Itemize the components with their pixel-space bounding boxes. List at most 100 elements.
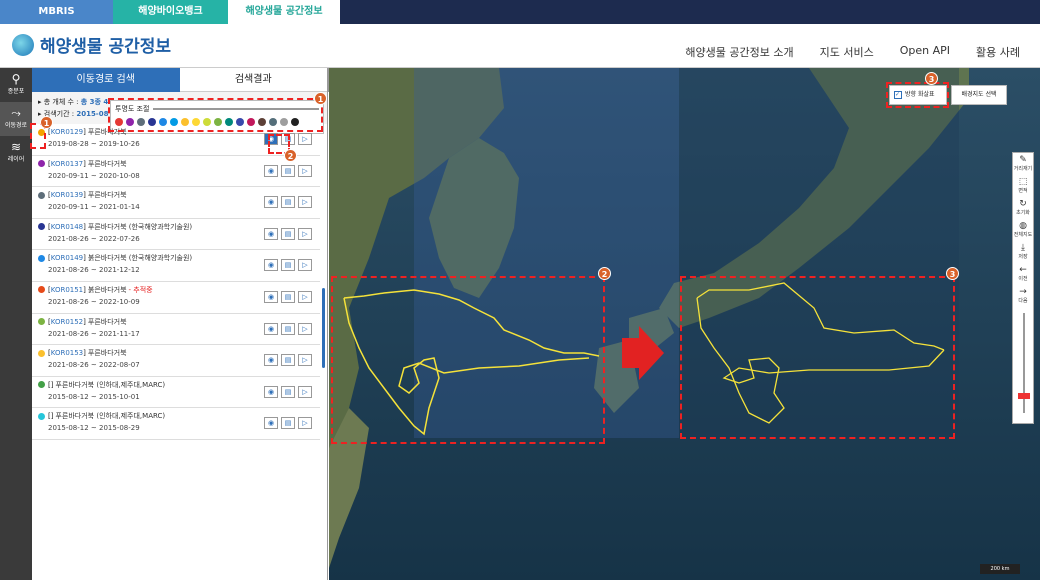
nav-map-service[interactable]: 지도 서비스 (820, 44, 874, 60)
route-icon: ⤳ (11, 106, 21, 120)
result-row[interactable]: [KOR0149] 붉은바다거북 (한국해양과학기술원) 2021-08-26 … (32, 250, 320, 282)
species-name: 푸른바다거북 (87, 317, 127, 326)
record-id[interactable]: KOR0149 (51, 254, 83, 262)
record-id[interactable]: KOR0148 (51, 223, 83, 231)
tab-mbris[interactable]: MBRIS (0, 0, 113, 24)
visibility-toggle-button[interactable]: ◉ (264, 417, 278, 430)
detail-button[interactable]: ▤ (281, 259, 295, 272)
detail-button[interactable]: ▤ (281, 164, 295, 177)
document-icon: ▤ (284, 387, 292, 396)
top-tab-bar: MBRIS 해양바이오뱅크 해양생물 공간정보 (0, 0, 1040, 24)
record-id[interactable]: KOR0153 (51, 349, 83, 357)
result-row[interactable]: [KOR0139] 푸른바다거북 2020-09-11 ~ 2021-01-14… (32, 187, 320, 219)
species-name: 푸른바다거북 (한국해양과학기술원) (87, 222, 193, 231)
record-id[interactable]: KOR0129 (51, 128, 83, 136)
measure-distance-tool[interactable]: ✎ 거리재기 (1013, 153, 1033, 175)
site-logo[interactable]: 해양생물 공간정보 (12, 32, 171, 57)
visibility-toggle-button[interactable]: ◉ (264, 290, 278, 303)
rail-migration-route[interactable]: ⤳ 이동경로 (0, 102, 32, 136)
track-color-dot[interactable] (38, 318, 45, 326)
detail-button[interactable]: ▤ (281, 385, 295, 398)
nav-use-cases[interactable]: 활용 사례 (976, 44, 1020, 60)
tool-label: 전체지도 (1013, 232, 1033, 238)
record-id[interactable]: KOR0137 (51, 160, 83, 168)
rail-layers[interactable]: ≋ 레이어 (0, 136, 32, 170)
play-button[interactable]: ▷ (298, 385, 312, 398)
reset-tool[interactable]: ↻ 초기화 (1013, 197, 1033, 219)
result-row[interactable]: [KOR0148] 푸른바다거북 (한국해양과학기술원) 2021-08-26 … (32, 219, 320, 251)
result-row[interactable]: [KOR0151] 붉은바다거북 - 추적중 2021-08-26 ~ 2022… (32, 282, 320, 314)
track-color-dot[interactable] (38, 223, 45, 231)
visibility-toggle-button[interactable]: ◉ (264, 385, 278, 398)
record-id[interactable]: KOR0139 (51, 191, 83, 199)
left-icon-rail: ⚲ 종분포 ⤳ 이동경로 ≋ 레이어 (0, 68, 32, 580)
detail-button[interactable]: ▤ (281, 227, 295, 240)
visibility-toggle-button[interactable]: ◉ (264, 259, 278, 272)
id-bracket-close: ] (83, 317, 86, 326)
result-row[interactable]: [KOR0153] 푸른바다거북 2021-08-26 ~ 2022-08-07… (32, 345, 320, 377)
site-header: 해양생물 공간정보 해양생물 공간정보 소개 지도 서비스 Open API 활… (0, 24, 1040, 68)
map-toolbar: ✎ 거리재기 ⬚ 면적 ↻ 초기화 ◍ 전체지도 ⤓ 저장 ← 이전 → 다음 (1012, 152, 1034, 424)
next-tool[interactable]: → 다음 (1013, 285, 1033, 307)
id-bracket-close: ] (83, 191, 86, 200)
visibility-toggle-button[interactable]: ◉ (264, 164, 278, 177)
nav-open-api[interactable]: Open API (900, 44, 950, 60)
track-color-dot[interactable] (38, 381, 45, 389)
tool-label: 면적 (1018, 188, 1028, 194)
direction-arrow-checkbox[interactable]: ✓ 방향 화살표 (889, 85, 947, 105)
measure-area-tool[interactable]: ⬚ 면적 (1013, 175, 1033, 197)
nav-about[interactable]: 해양생물 공간정보 소개 (685, 44, 793, 60)
tab-marine-biobank[interactable]: 해양바이오뱅크 (113, 0, 228, 24)
logo-text: 해양생물 공간정보 (40, 37, 172, 57)
map-view[interactable]: ✓ 방향 화살표 배경지도 선택 ✎ 거리재기 ⬚ 면적 ↻ 초기화 ◍ 전체지도 ⤓ 저장… (329, 68, 1040, 580)
visibility-toggle-button[interactable]: ◉ (264, 354, 278, 367)
track-color-dot[interactable] (38, 160, 45, 168)
tab-route-search[interactable]: 이동경로 검색 (32, 68, 180, 92)
result-row[interactable]: [] 푸른바다거북 (인하대,제주대,MARC) 2015-08-12 ~ 20… (32, 408, 320, 440)
play-button[interactable]: ▷ (298, 354, 312, 367)
save-tool[interactable]: ⤓ 저장 (1013, 241, 1033, 263)
callout-1-dot: 1 (40, 116, 53, 129)
record-id[interactable]: KOR0152 (51, 318, 83, 326)
tab-search-results[interactable]: 검색결과 (179, 68, 327, 92)
play-button[interactable]: ▷ (298, 227, 312, 240)
document-icon: ▤ (284, 419, 292, 428)
detail-button[interactable]: ▤ (281, 354, 295, 367)
basemap-select-button[interactable]: 배경지도 선택 (951, 85, 1007, 105)
detail-button[interactable]: ▤ (281, 290, 295, 303)
visibility-toggle-button[interactable]: ◉ (264, 196, 278, 209)
detail-button[interactable]: ▤ (281, 322, 295, 335)
result-row[interactable]: [KOR0137] 푸른바다거북 2020-09-11 ~ 2020-10-08… (32, 156, 320, 188)
summary-total-label: 총 개체 수 : (43, 98, 79, 106)
callout-3-track: 3 (946, 267, 959, 280)
result-row[interactable]: [KOR0152] 푸른바다거북 2021-08-26 ~ 2021-11-17… (32, 314, 320, 346)
play-button[interactable]: ▷ (298, 196, 312, 209)
track-color-dot[interactable] (38, 286, 45, 294)
play-button[interactable]: ▷ (298, 417, 312, 430)
arrow-option-label: 방향 화살표 (905, 91, 935, 98)
play-button[interactable]: ▷ (298, 164, 312, 177)
track-color-dot[interactable] (38, 191, 45, 199)
result-row[interactable]: [] 푸른바다거북 (인하대,제주대,MARC) 2015-08-12 ~ 20… (32, 377, 320, 409)
rail-label: 종분포 (7, 88, 25, 95)
detail-button[interactable]: ▤ (281, 196, 295, 209)
tool-label: 거리재기 (1013, 166, 1033, 172)
play-button[interactable]: ▷ (298, 133, 312, 145)
play-button[interactable]: ▷ (298, 322, 312, 335)
record-id[interactable]: KOR0151 (51, 286, 83, 294)
tab-marine-spatial-info[interactable]: 해양생물 공간정보 (228, 0, 340, 24)
detail-button[interactable]: ▤ (281, 417, 295, 430)
zoom-slider-handle[interactable] (1018, 393, 1030, 399)
globe-icon: ◍ (1019, 221, 1027, 231)
track-color-dot[interactable] (38, 349, 45, 357)
play-button[interactable]: ▷ (298, 290, 312, 303)
rail-species-distribution[interactable]: ⚲ 종분포 (0, 68, 32, 102)
track-color-dot[interactable] (38, 412, 45, 420)
previous-tool[interactable]: ← 이전 (1013, 263, 1033, 285)
full-map-tool[interactable]: ◍ 전체지도 (1013, 219, 1033, 241)
visibility-toggle-button[interactable]: ◉ (264, 322, 278, 335)
track-color-dot[interactable] (38, 254, 45, 262)
visibility-toggle-button[interactable]: ◉ (264, 227, 278, 240)
play-button[interactable]: ▷ (298, 259, 312, 272)
list-scrollbar[interactable] (322, 288, 325, 368)
